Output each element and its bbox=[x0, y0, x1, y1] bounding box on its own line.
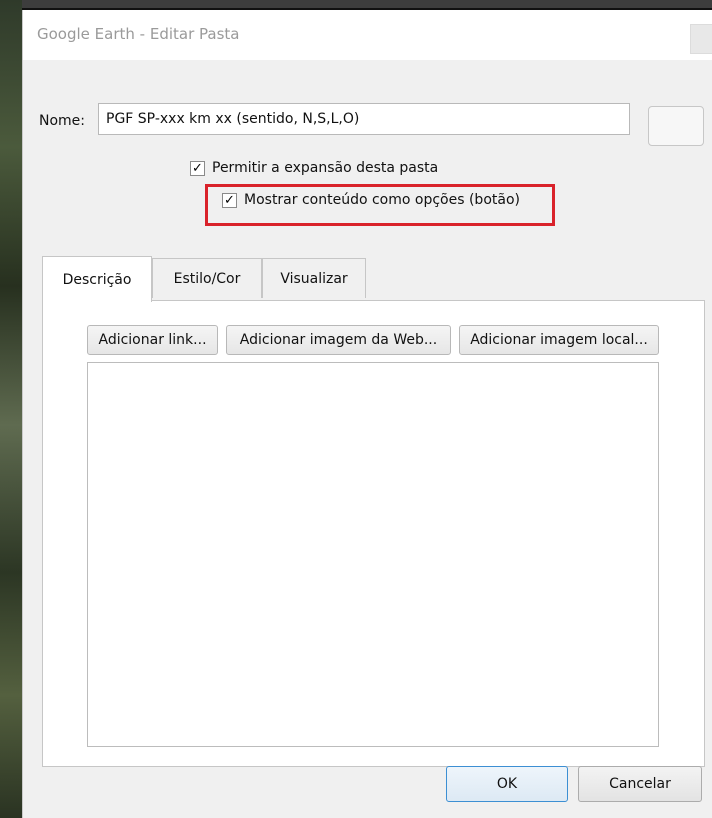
ok-button[interactable]: OK bbox=[446, 766, 568, 802]
name-input[interactable] bbox=[98, 103, 630, 135]
add-link-button[interactable]: Adicionar link... bbox=[87, 325, 218, 355]
add-web-image-button[interactable]: Adicionar imagem da Web... bbox=[226, 325, 451, 355]
cancel-button[interactable]: Cancelar bbox=[578, 766, 702, 802]
show-as-options-checkbox[interactable]: ✓ bbox=[222, 192, 237, 208]
title-bar: Google Earth - Editar Pasta bbox=[23, 10, 712, 60]
show-as-options-option[interactable]: ✓ Mostrar conteúdo como opções (botão) bbox=[222, 192, 520, 208]
tab-visualizar[interactable]: Visualizar bbox=[262, 258, 366, 298]
name-label: Nome: bbox=[39, 113, 86, 129]
description-textarea[interactable] bbox=[87, 362, 659, 747]
background-map-strip bbox=[0, 0, 22, 818]
add-local-image-button[interactable]: Adicionar imagem local... bbox=[459, 325, 659, 355]
top-edge bbox=[0, 0, 712, 8]
edit-folder-dialog: Google Earth - Editar Pasta Nome: ✓ Perm… bbox=[22, 10, 712, 818]
tab-estilo-cor[interactable]: Estilo/Cor bbox=[152, 258, 262, 298]
window-title: Google Earth - Editar Pasta bbox=[37, 25, 240, 43]
folder-icon-button[interactable] bbox=[648, 106, 704, 146]
description-panel: Adicionar link... Adicionar imagem da We… bbox=[42, 300, 705, 767]
allow-expand-checkbox[interactable]: ✓ bbox=[190, 160, 205, 176]
tab-descricao[interactable]: Descrição bbox=[42, 256, 152, 302]
show-as-options-label: Mostrar conteúdo como opções (botão) bbox=[244, 192, 520, 208]
allow-expand-label: Permitir a expansão desta pasta bbox=[212, 160, 439, 176]
allow-expand-option[interactable]: ✓ Permitir a expansão desta pasta bbox=[190, 160, 438, 176]
close-button[interactable] bbox=[690, 24, 712, 54]
